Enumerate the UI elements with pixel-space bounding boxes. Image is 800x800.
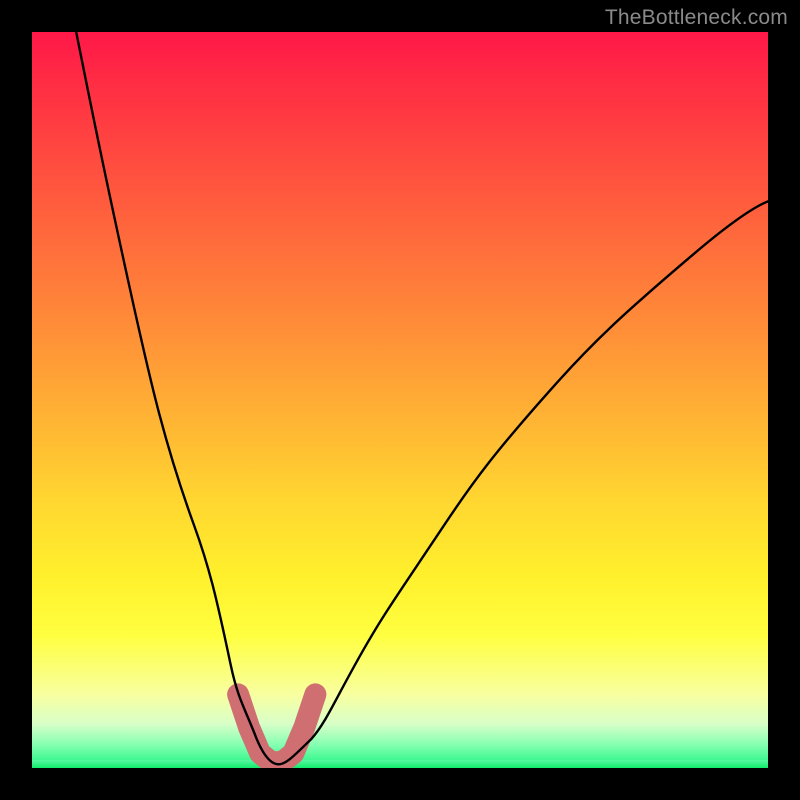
watermark-text: TheBottleneck.com bbox=[605, 6, 788, 30]
main-curve bbox=[76, 32, 768, 764]
highlight-segment bbox=[238, 694, 315, 762]
chart-stage: TheBottleneck.com bbox=[0, 0, 800, 800]
curve-layer bbox=[32, 32, 768, 768]
plot-area bbox=[32, 32, 768, 768]
